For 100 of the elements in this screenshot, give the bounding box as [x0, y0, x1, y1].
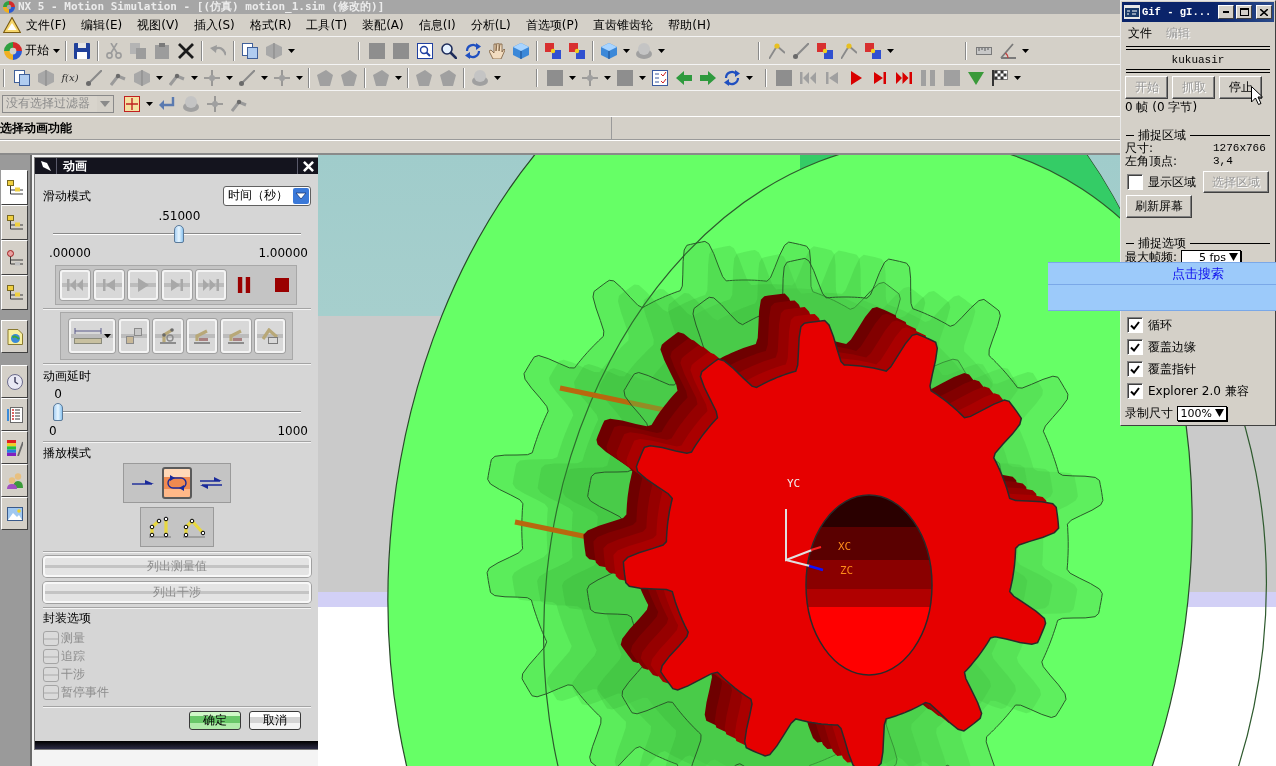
triangle-down-icon[interactable]: [968, 69, 984, 86]
dropdown-caret-icon[interactable]: [103, 334, 111, 338]
hierarchy-tree-icon[interactable]: [6, 214, 23, 231]
dropdown-caret-icon[interactable]: [1014, 75, 1021, 80]
angle-icon[interactable]: [1000, 42, 1016, 59]
step-back-button[interactable]: [94, 270, 124, 300]
pin-icon[interactable]: [40, 161, 51, 171]
ok-button[interactable]: 确定: [189, 711, 241, 730]
clipboard-icon[interactable]: [154, 42, 170, 59]
sketch-lines-icon[interactable]: [841, 42, 857, 59]
robot-arm-icon[interactable]: [228, 328, 244, 344]
dropdown-caret-icon[interactable]: [261, 75, 268, 80]
menu-item[interactable]: 视图(V): [132, 16, 184, 34]
skip-to-end-button[interactable]: [196, 270, 226, 300]
skip-to-start-icon[interactable]: [800, 69, 816, 86]
dropdown-caret-icon[interactable]: [146, 101, 153, 106]
rotate-arrows-icon[interactable]: [724, 69, 740, 86]
double-arrow-icon[interactable]: [200, 477, 222, 489]
resource-tab[interactable]: [1, 398, 28, 431]
dropdown-caret-icon[interactable]: [604, 75, 611, 80]
square-icon[interactable]: [776, 69, 792, 86]
robot-arm-icon[interactable]: [160, 328, 176, 344]
pause-icon[interactable]: [237, 277, 251, 293]
robot-arm-icon[interactable]: [194, 328, 210, 344]
resource-tab[interactable]: [1, 365, 28, 398]
resource-tab[interactable]: [1, 431, 28, 464]
dropdown-arrow-icon[interactable]: [1229, 253, 1239, 261]
hierarchy-tree-icon[interactable]: [6, 249, 23, 266]
resource-tab[interactable]: [1, 464, 28, 497]
resource-tab[interactable]: [1, 320, 28, 353]
dropdown-caret-icon[interactable]: [494, 75, 501, 80]
cube-icon[interactable]: [601, 42, 617, 59]
checklist-icon[interactable]: [652, 69, 668, 86]
globe-document-icon[interactable]: [6, 328, 23, 345]
dropdown-caret-icon[interactable]: [639, 75, 646, 80]
dropdown-caret-icon[interactable]: [191, 75, 198, 80]
play-icon[interactable]: [848, 69, 864, 86]
clock-icon[interactable]: [6, 373, 23, 390]
loop-icon[interactable]: [166, 475, 188, 491]
square-icon[interactable]: [547, 69, 563, 86]
tool-button[interactable]: [187, 319, 217, 353]
dropdown-caret-icon[interactable]: [746, 75, 753, 80]
cross-icon[interactable]: [178, 42, 194, 59]
skip-to-end-icon[interactable]: [896, 69, 912, 86]
menu-item[interactable]: 装配(A): [357, 16, 409, 34]
robot-arm-icon[interactable]: [262, 328, 278, 344]
menu-item[interactable]: 首选项(P): [520, 16, 584, 34]
square-icon[interactable]: [393, 42, 409, 59]
hierarchy-tree-icon[interactable]: [6, 284, 23, 301]
magnifier-icon[interactable]: [441, 42, 457, 59]
sketch-lines-icon[interactable]: [769, 42, 785, 59]
line-tool-icon[interactable]: [86, 69, 102, 86]
slider-mode-dropdown[interactable]: 时间（秒）: [223, 185, 311, 206]
minimize-button[interactable]: [1218, 5, 1234, 19]
menu-item[interactable]: 格式(R): [244, 16, 297, 34]
hierarchy-tree-icon[interactable]: [6, 179, 23, 196]
return-arrow-icon[interactable]: [159, 95, 175, 112]
cube-icon[interactable]: [513, 42, 529, 59]
close-icon[interactable]: [1260, 8, 1268, 16]
documents-icon[interactable]: [242, 42, 258, 59]
dropdown-caret-icon[interactable]: [226, 75, 233, 80]
dropdown-caret-icon[interactable]: [887, 48, 894, 53]
checkered-flag-icon[interactable]: [992, 69, 1008, 86]
arrow-icon[interactable]: [132, 479, 154, 487]
swirl-icon[interactable]: [4, 41, 22, 60]
menu-item[interactable]: 文件(F): [21, 16, 72, 34]
arrow-left-icon[interactable]: [676, 69, 692, 86]
menu-item[interactable]: 插入(S): [188, 16, 240, 34]
menu-item[interactable]: 文件: [1128, 24, 1152, 42]
step-forward-icon[interactable]: [872, 69, 888, 86]
colored-parts-icon[interactable]: [817, 42, 833, 59]
color-list-icon[interactable]: [6, 406, 23, 423]
color-bars-icon[interactable]: [6, 439, 23, 456]
documents-icon[interactable]: [14, 69, 30, 86]
colored-parts-icon[interactable]: [569, 42, 585, 59]
dropdown-caret-icon[interactable]: [156, 75, 163, 80]
zoom-fit-icon[interactable]: [417, 42, 433, 59]
search-link[interactable]: 点击搜索: [1172, 264, 1224, 283]
menu-item[interactable]: 直齿锥齿轮: [588, 16, 659, 34]
dropdown-caret-icon[interactable]: [53, 48, 60, 53]
square-icon[interactable]: [617, 69, 633, 86]
menu-item[interactable]: 工具(T): [301, 16, 353, 34]
tool-button[interactable]: [221, 319, 251, 353]
tool-button[interactable]: [255, 319, 285, 353]
dropdown-caret-icon[interactable]: [395, 75, 402, 80]
playback-mode-button[interactable]: [162, 467, 192, 499]
skip-to-start-button[interactable]: [60, 270, 90, 300]
dropdown-caret-icon[interactable]: [569, 75, 576, 80]
dropdown-caret-icon[interactable]: [623, 48, 630, 53]
record-size-dropdown[interactable]: 100%: [1177, 405, 1227, 421]
dropdown-caret-icon[interactable]: [288, 48, 295, 53]
triangle-logo-icon[interactable]: [3, 17, 21, 33]
arrow-right-icon[interactable]: [700, 69, 716, 86]
slider-thumb[interactable]: [174, 225, 185, 243]
start-menu-button[interactable]: 开始: [2, 39, 51, 62]
resource-tab[interactable]: [1, 205, 28, 240]
cancel-button[interactable]: 取消: [249, 711, 301, 730]
colored-parts-icon[interactable]: [865, 42, 881, 59]
menu-item[interactable]: 分析(L): [465, 16, 516, 34]
dropdown-caret-icon[interactable]: [658, 48, 665, 53]
